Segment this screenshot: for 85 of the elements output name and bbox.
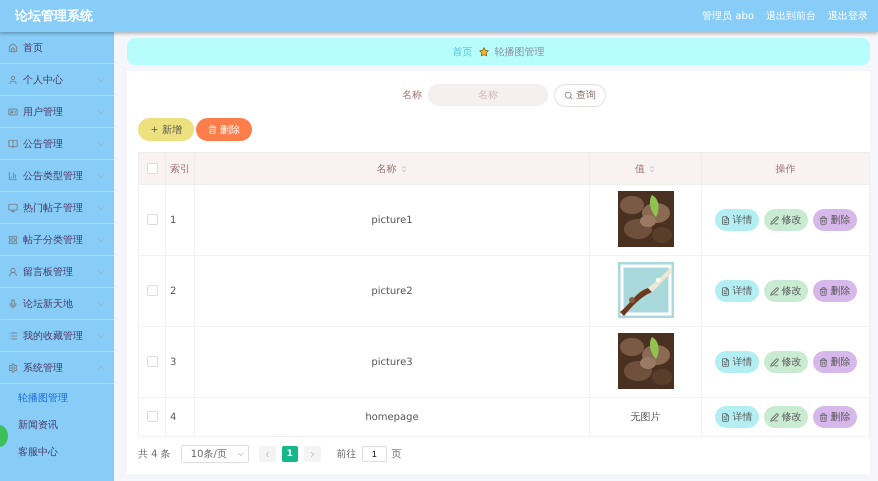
page-size-select[interactable]: 10条/页 [180,445,249,463]
sort-icon[interactable] [400,164,408,173]
table-cell: homepage [194,398,590,436]
trash-icon [818,216,828,224]
sidebar-item[interactable]: 用户管理 [0,96,114,128]
checkbox[interactable] [146,285,158,296]
sidebar-subitem[interactable]: 轮播图管理 [18,384,68,411]
sidebar-item[interactable]: 公告管理 [0,128,114,160]
trash-icon [208,125,217,134]
column-header: 操作 [702,152,870,184]
column-header[interactable]: 名称 [194,152,590,184]
details-button[interactable]: 详情 [714,406,758,428]
document-icon [720,358,730,366]
page-input[interactable]: 1 [362,446,387,462]
sidebar-item[interactable]: 热门帖子管理 [0,192,114,224]
column-header[interactable]: 值 [590,152,702,184]
sidebar-item[interactable]: 系统管理 [0,352,114,384]
add-button[interactable]: 新增 [138,118,194,141]
no-image-text: 无图片 [630,412,660,423]
delete-button[interactable]: 删除 [812,406,856,428]
menu-icon [8,266,18,276]
document-icon [720,216,730,224]
details-button[interactable]: 详情 [714,351,758,373]
pencil-icon [770,412,778,422]
pencil-icon [770,286,778,296]
delete-button[interactable]: 删除 [812,280,856,302]
trash-icon [818,286,828,296]
menu-icon [8,202,18,212]
checkbox[interactable] [146,356,158,368]
star-icon [478,46,488,56]
menu-icon [8,234,18,244]
app-title: 论坛管理系统 [15,8,93,25]
sidebar-subitem[interactable]: 新闻资讯 [18,411,58,438]
search-label: 名称 [402,89,422,102]
menu-icon [8,170,18,180]
search-button[interactable]: 查询 [554,84,606,106]
table-cell: picture1 [194,184,590,256]
sidebar-item[interactable]: 论坛新天地 [0,288,114,320]
menu-icon [8,362,18,372]
edit-button[interactable]: 修改 [764,209,808,231]
menu-icon [8,74,18,84]
pencil-icon [770,216,778,224]
delete-button[interactable]: 删除 [812,351,856,373]
details-button[interactable]: 详情 [714,209,758,231]
trash-icon [818,358,828,366]
total-count: 共 4 条 [138,448,171,461]
checkbox[interactable] [146,214,158,226]
menu-icon [8,42,18,52]
table-cell: picture3 [194,326,590,398]
menu-icon [8,330,18,340]
details-button[interactable]: 详情 [714,280,758,302]
sidebar-item[interactable]: 我的收藏管理 [0,320,114,352]
delete-button[interactable]: 删除 [812,209,856,231]
table-cell: 3 [166,326,194,398]
sidebar-item[interactable]: 公告类型管理 [0,160,114,192]
sidebar-item[interactable]: 帖子分类管理 [0,224,114,256]
search-icon [564,90,573,100]
sort-icon[interactable] [648,164,656,173]
previous-page-button[interactable] [258,446,276,462]
table-cell: 4 [166,398,194,436]
trash-icon [818,412,828,422]
menu-icon [8,106,18,116]
plus-icon [150,125,159,134]
checkbox[interactable] [146,411,158,422]
page-suffix: 页 [392,448,402,461]
goto-label: 前往 [336,448,357,461]
checkbox[interactable] [146,162,158,174]
table-cell: picture2 [194,256,590,326]
sidebar-item[interactable]: 个人中心 [0,64,114,96]
edit-button[interactable]: 修改 [764,280,808,302]
document-icon [720,286,730,296]
menu-icon [8,298,18,308]
edit-button[interactable]: 修改 [764,406,808,428]
sidebar-item[interactable]: 留言板管理 [0,256,114,288]
document-icon [720,412,730,422]
breadcrumb-current: 轮播图管理 [494,46,544,58]
table-cell: 2 [166,256,194,326]
edit-button[interactable]: 修改 [764,351,808,373]
sidebar-item[interactable]: 首页 [0,32,114,64]
sidebar-subitem[interactable]: 客服中心 [18,438,58,465]
pencil-icon [770,358,778,366]
column-header: 索引 [166,152,194,184]
table-cell: 1 [166,184,194,256]
next-page-button[interactable] [304,446,321,462]
menu-icon [8,138,18,148]
